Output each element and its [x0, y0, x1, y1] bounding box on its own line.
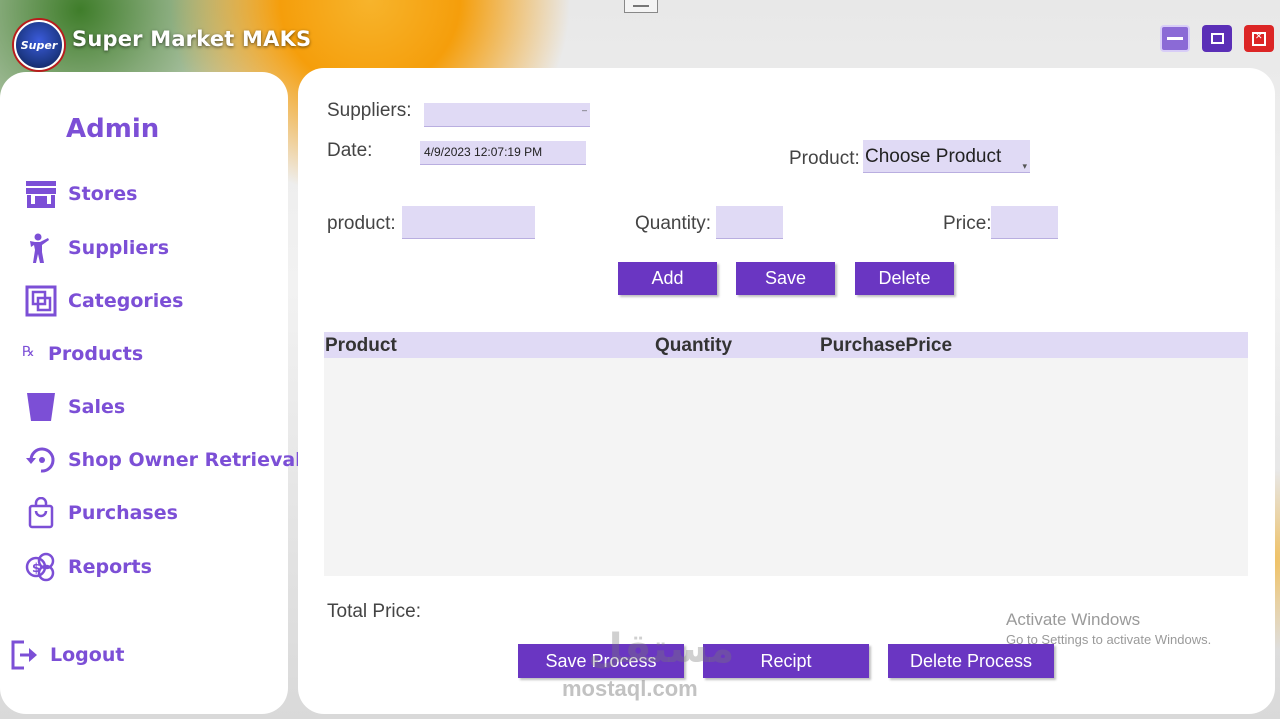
activate-windows-subtitle: Go to Settings to activate Windows.	[1006, 632, 1212, 647]
sidebar-item-label: Stores	[68, 183, 138, 205]
price-label: Price:	[943, 213, 992, 234]
shopping-bag-icon	[24, 497, 58, 529]
price-input[interactable]	[991, 206, 1058, 239]
restore-icon	[24, 444, 58, 476]
product-combo-label: Product:	[789, 148, 860, 169]
total-price-label: Total Price:	[327, 601, 421, 622]
product-combobox[interactable]: Choose Product ▾	[863, 140, 1030, 173]
product-label: product:	[327, 213, 396, 234]
sidebar-item-suppliers[interactable]: Suppliers	[24, 232, 169, 264]
column-header-product[interactable]: Product	[325, 335, 397, 357]
sidebar-item-label: Products	[48, 343, 144, 365]
sidebar-item-shop-owner-retrieval[interactable]: Shop Owner Retrieval	[24, 444, 302, 476]
suppliers-label: Suppliers:	[327, 100, 412, 121]
watermark: mostaql.com	[562, 676, 698, 701]
sidebar-item-label: Suppliers	[68, 237, 170, 259]
chevron-down-icon: ▾	[1022, 161, 1027, 171]
close-button[interactable]	[1244, 25, 1274, 52]
bucket-icon	[24, 391, 58, 423]
activate-windows-notice: Activate Windows Go to Settings to activ…	[1006, 610, 1211, 647]
product-input[interactable]	[402, 206, 535, 239]
app-logo: Super	[14, 20, 64, 70]
quantity-label: Quantity:	[635, 213, 712, 234]
suppliers-combobox[interactable]: –	[424, 103, 590, 127]
column-header-purchase-price[interactable]: PurchasePrice	[820, 335, 952, 357]
logout-button[interactable]: Logout	[10, 639, 124, 671]
money-report-icon: $	[24, 551, 58, 583]
minimize-button[interactable]	[1160, 25, 1190, 52]
grid-header: Product Quantity PurchasePrice	[324, 332, 1248, 358]
column-header-quantity[interactable]: Quantity	[655, 335, 732, 357]
app-logo-text: Super	[20, 38, 58, 52]
purchase-items-grid[interactable]: Product Quantity PurchasePrice	[324, 332, 1248, 576]
logout-icon	[10, 639, 40, 671]
sidebar-item-purchases[interactable]: Purchases	[24, 497, 178, 529]
sidebar-item-products[interactable]: ℞ Products	[22, 338, 143, 370]
close-icon	[1252, 31, 1266, 46]
add-button[interactable]: Add	[618, 262, 717, 295]
sidebar-item-categories[interactable]: Categories	[24, 285, 183, 317]
sidebar-item-sales[interactable]: Sales	[24, 391, 125, 423]
rx-icon: ℞	[22, 338, 42, 370]
svg-text:$: $	[32, 561, 40, 575]
date-label: Date:	[327, 140, 373, 161]
sidebar-title: Admin	[66, 114, 160, 144]
logout-label: Logout	[50, 644, 125, 666]
sidebar-item-label: Categories	[68, 290, 184, 312]
sidebar-item-reports[interactable]: $ Reports	[24, 551, 152, 583]
person-icon	[24, 232, 58, 264]
date-picker[interactable]: 4/9/2023 12:07:19 PM	[420, 141, 586, 165]
delete-process-button[interactable]: Delete Process	[888, 644, 1054, 678]
sidebar-item-label: Sales	[68, 396, 126, 418]
categories-icon	[24, 285, 58, 317]
watermark-arabic: مستقل	[588, 626, 735, 672]
maximize-icon	[1210, 33, 1224, 44]
minimize-icon	[1167, 37, 1183, 40]
title-bar: Super Super Market MAKS	[0, 0, 1280, 72]
sidebar: Admin Stores Suppliers Categories ℞ Prod…	[0, 72, 302, 714]
sidebar-item-label: Shop Owner Retrieval	[68, 449, 302, 471]
product-combo-value: Choose Product	[865, 146, 1002, 167]
drag-handle[interactable]	[624, 0, 658, 13]
chevron-down-icon: –	[581, 105, 587, 115]
delete-button[interactable]: Delete	[855, 262, 954, 295]
sidebar-item-label: Purchases	[68, 502, 178, 524]
sidebar-item-label: Reports	[68, 556, 152, 578]
sidebar-item-stores[interactable]: Stores	[24, 178, 137, 210]
activate-windows-title: Activate Windows	[1006, 610, 1141, 629]
app-title: Super Market MAKS	[72, 27, 312, 51]
quantity-input[interactable]	[716, 206, 783, 239]
svg-text:℞: ℞	[22, 344, 35, 360]
save-button[interactable]: Save	[736, 262, 835, 295]
maximize-button[interactable]	[1202, 25, 1232, 52]
store-icon	[24, 178, 58, 210]
